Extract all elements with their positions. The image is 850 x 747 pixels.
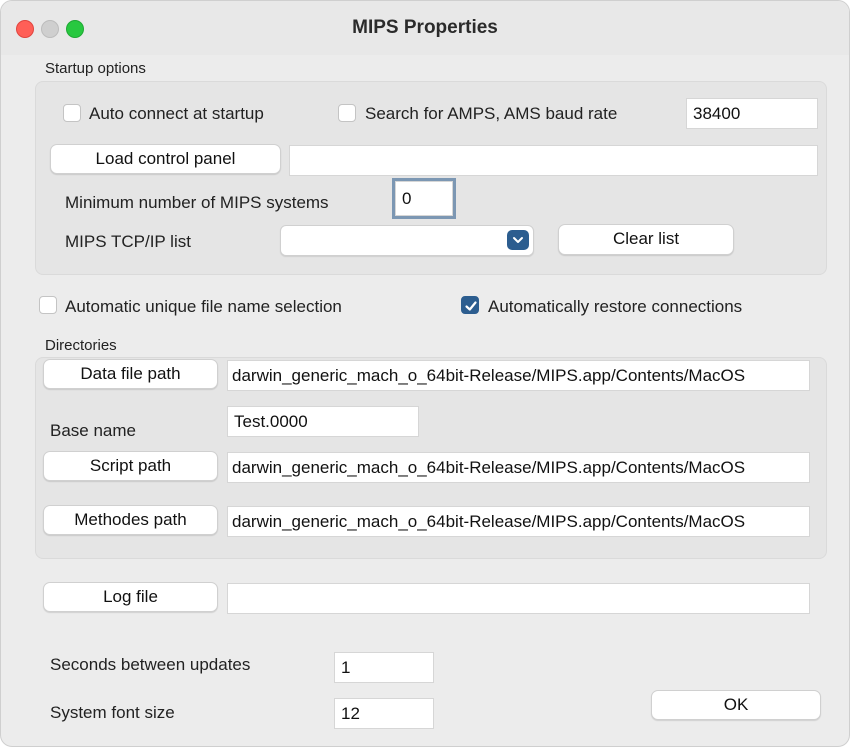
- methodes-path-input[interactable]: darwin_generic_mach_o_64bit-Release/MIPS…: [227, 506, 810, 537]
- chevron-down-icon: [507, 230, 529, 250]
- min-systems-input[interactable]: 0: [392, 178, 456, 219]
- script-path-value: darwin_generic_mach_o_64bit-Release/MIPS…: [232, 458, 746, 477]
- auto-restore-checkbox[interactable]: [461, 296, 479, 314]
- baud-rate-input[interactable]: 38400: [686, 98, 818, 129]
- checkmark-icon: [465, 301, 477, 311]
- search-amps-label: Search for AMPS, AMS baud rate: [365, 104, 618, 123]
- data-file-path-button[interactable]: Data file path: [43, 359, 218, 389]
- startup-options-group-label: Startup options: [45, 60, 146, 77]
- script-path-input[interactable]: darwin_generic_mach_o_64bit-Release/MIPS…: [227, 452, 810, 483]
- auto-unique-checkbox[interactable]: [39, 296, 57, 314]
- methodes-path-button[interactable]: Methodes path: [43, 505, 218, 535]
- control-panel-path-input[interactable]: [289, 145, 818, 176]
- tcpip-list-select[interactable]: [280, 225, 534, 256]
- search-amps-checkbox[interactable]: [338, 104, 356, 122]
- title-bar: MIPS Properties: [1, 1, 849, 55]
- system-font-size-input[interactable]: 12: [334, 698, 434, 729]
- auto-connect-checkbox[interactable]: [63, 104, 81, 122]
- log-file-button[interactable]: Log file: [43, 582, 218, 612]
- auto-connect-label: Auto connect at startup: [89, 104, 264, 123]
- min-systems-label: Minimum number of MIPS systems: [65, 193, 329, 212]
- seconds-between-updates-input[interactable]: 1: [334, 652, 434, 683]
- log-file-input[interactable]: [227, 583, 810, 614]
- directories-group-label: Directories: [45, 337, 117, 354]
- methodes-path-value: darwin_generic_mach_o_64bit-Release/MIPS…: [232, 512, 746, 531]
- base-name-input[interactable]: Test.0000: [227, 406, 419, 437]
- mips-properties-window: MIPS Properties Startup options Auto con…: [0, 0, 850, 747]
- window-title: MIPS Properties: [352, 17, 498, 38]
- system-font-size-label: System font size: [50, 703, 175, 722]
- data-file-path-input[interactable]: darwin_generic_mach_o_64bit-Release/MIPS…: [227, 360, 810, 391]
- clear-list-button[interactable]: Clear list: [558, 224, 734, 255]
- load-control-panel-button[interactable]: Load control panel: [50, 144, 281, 174]
- ok-button[interactable]: OK: [651, 690, 821, 720]
- script-path-button[interactable]: Script path: [43, 451, 218, 481]
- auto-restore-label: Automatically restore connections: [488, 297, 743, 316]
- data-file-path-value: darwin_generic_mach_o_64bit-Release/MIPS…: [232, 366, 746, 385]
- base-name-label: Base name: [50, 421, 136, 440]
- auto-unique-label: Automatic unique file name selection: [65, 297, 342, 316]
- tcpip-list-label: MIPS TCP/IP list: [65, 232, 191, 251]
- seconds-between-updates-label: Seconds between updates: [50, 655, 251, 674]
